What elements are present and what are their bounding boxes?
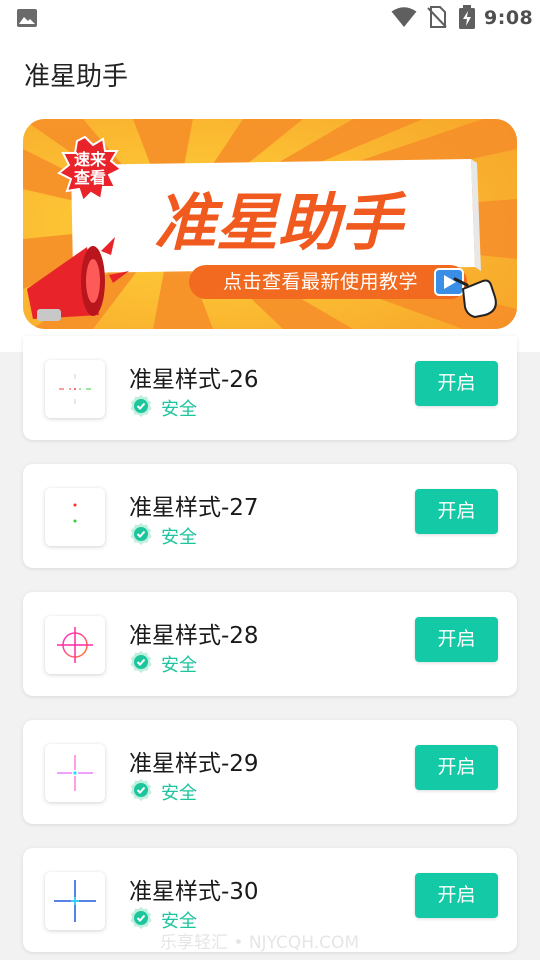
watermark: 乐享轻汇 • NJYCQH.COM [160,933,360,953]
list-item[interactable]: 准星样式-27 安全 开启 [23,464,517,568]
enable-button[interactable]: 开启 [415,617,498,662]
item-title: 准星样式-26 [129,367,259,393]
safety-status-label: 安全 [161,527,197,548]
wifi-icon [391,7,417,27]
enable-button[interactable]: 开启 [415,873,498,918]
app-header: 准星助手 准星助手 速来 查看 点击查看最新使用教学 [0,36,540,352]
badge-line-1: 速来 [74,150,107,169]
safety-status-label: 安全 [161,399,197,420]
no-sim-icon [427,6,447,28]
item-title: 准星样式-30 [129,879,259,905]
item-title: 准星样式-29 [129,751,259,777]
page-title: 准星助手 [24,62,129,92]
shield-check-icon [130,523,152,545]
banner-subtitle: 点击查看最新使用教学 [223,271,419,293]
enable-button[interactable]: 开启 [415,489,498,534]
crosshair-dashed-red-green-icon [59,374,91,404]
crosshair-circle-magenta-icon [57,627,93,663]
crosshair-thumbnail [45,360,105,418]
battery-charging-icon [459,5,475,29]
gallery-icon [17,9,37,27]
tutorial-banner[interactable]: 准星助手 速来 查看 点击查看最新使用教学 [23,119,517,329]
crosshair-blue-cyan-icon [54,880,96,922]
list-item[interactable]: 准星样式-26 安全 开启 [23,336,517,440]
shield-check-icon [130,395,152,417]
status-time: 9:08 [484,7,534,29]
crosshair-thumbnail [45,872,105,930]
safety-status-label: 安全 [161,783,197,804]
crosshair-dots-red-green-icon [73,503,77,523]
enable-button[interactable]: 开启 [415,745,498,790]
banner-artwork: 准星助手 速来 查看 [23,119,517,329]
crosshair-thumbnail [45,616,105,674]
crosshair-thin-magenta-cyan-icon [57,755,93,791]
shield-check-icon [130,779,152,801]
banner-headline: 准星助手 [154,186,407,259]
shield-check-icon [130,651,152,673]
enable-button[interactable]: 开启 [415,361,498,406]
shield-check-icon [130,907,152,929]
badge-line-2: 查看 [74,168,106,187]
list-item[interactable]: 准星样式-28 安全 开启 [23,592,517,696]
list-item[interactable]: 准星样式-29 安全 开启 [23,720,517,824]
crosshair-thumbnail [45,744,105,802]
item-title: 准星样式-28 [129,623,259,649]
crosshair-thumbnail [45,488,105,546]
safety-status-label: 安全 [161,655,197,676]
status-bar: 9:08 [0,0,540,36]
item-title: 准星样式-27 [129,495,259,521]
